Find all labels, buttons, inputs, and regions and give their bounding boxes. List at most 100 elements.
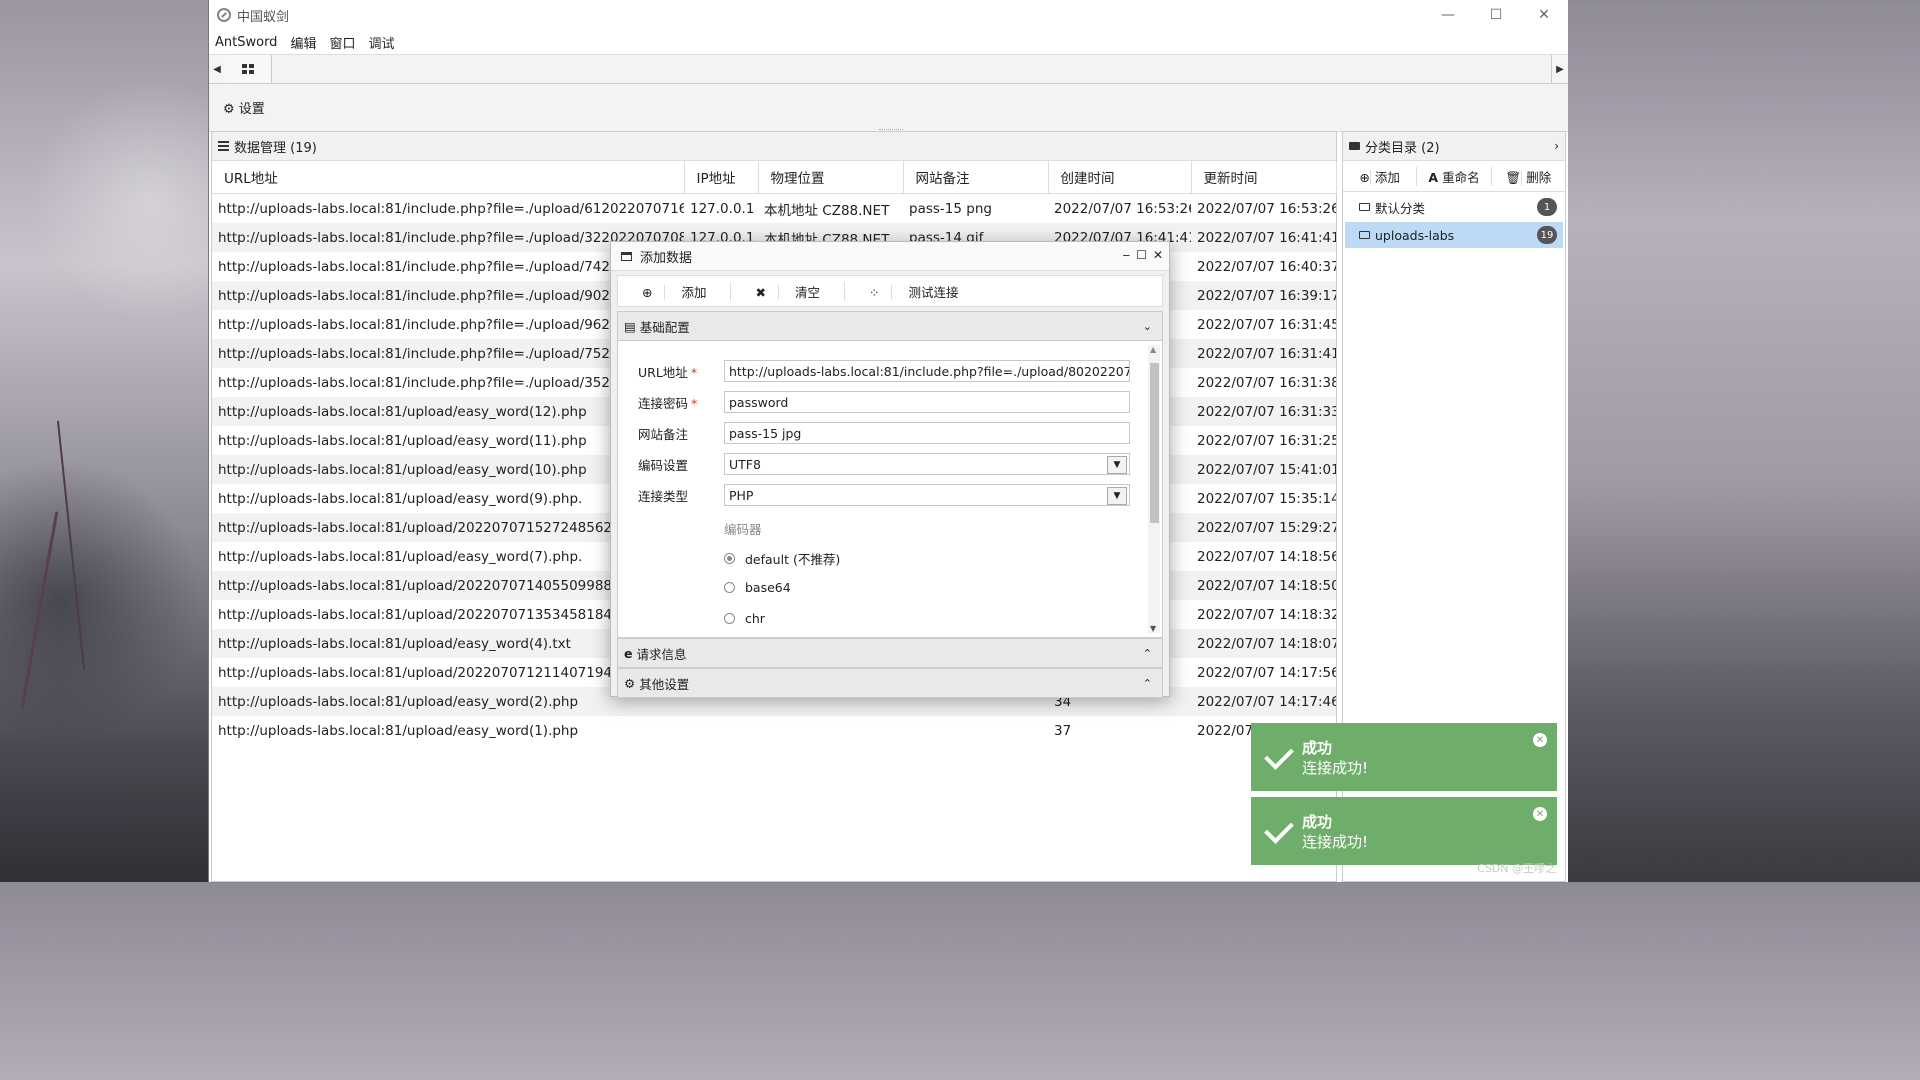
chevron-down-icon: ▼	[1107, 456, 1127, 474]
table-cell: 2022/07/07 16:40:37	[1197, 258, 1336, 275]
x-icon: ✖	[743, 284, 779, 300]
column-url[interactable]: URL地址	[212, 161, 685, 194]
table-row[interactable]: http://uploads-labs.local:81/include.php…	[212, 194, 1336, 224]
column-ip[interactable]: IP地址	[684, 161, 759, 194]
desktop-decoration	[56, 420, 86, 670]
chevron-up-icon: ⌃	[1142, 676, 1152, 690]
dialog-maximize-button[interactable]: ☐	[1136, 248, 1147, 262]
password-row: 连接密码 * password	[638, 391, 1130, 413]
grid-icon	[242, 64, 254, 74]
gears-icon: ⚙	[624, 675, 636, 691]
table-cell: 127.0.0.1	[690, 200, 755, 217]
table-cell: 2022/07/07 14:18:32	[1197, 606, 1336, 623]
url-label: URL地址 *	[638, 364, 698, 380]
table-header-row: URL地址 IP地址 物理位置 网站备注 创建时间 更新时间	[212, 161, 1337, 194]
other-settings-section-header[interactable]: ⚙ 其他设置 ⌃	[617, 668, 1163, 698]
category-delete-button[interactable]: 🗑 删除	[1492, 167, 1565, 186]
encoding-label: 编码设置	[638, 457, 689, 473]
main-toolbar: ⚙ 设置	[209, 84, 1568, 132]
scroll-thumb[interactable]	[1150, 363, 1159, 523]
table-cell: 2022/07/07 15:35:14	[1197, 490, 1336, 507]
column-note[interactable]: 网站备注	[903, 161, 1049, 194]
table-cell: 2022/07/07 14:18:50	[1191, 571, 1336, 600]
add-data-dialog: 添加数据 ‒ ☐ ✕ ⊕ 添加 ✖ 清空 ⁘ 测试连接 ▤ 基础配置 ⌄ URL…	[610, 241, 1170, 698]
table-cell: 2022/07/07 16:39:17	[1191, 281, 1336, 310]
folder-icon	[1359, 231, 1370, 239]
encoder-option-chr[interactable]: chr	[724, 611, 765, 626]
settings-button[interactable]: ⚙ 设置	[223, 98, 265, 117]
type-row: 连接类型 PHP ▼	[638, 484, 1130, 506]
radio-checked-icon	[724, 553, 735, 564]
category-rename-button[interactable]: A 重命名	[1417, 166, 1492, 186]
list-icon	[218, 141, 229, 151]
table-cell: 2022/07/07 15:41:01	[1191, 455, 1336, 484]
dialog-title-bar[interactable]: 添加数据 ‒ ☐ ✕	[611, 242, 1169, 271]
tab-home[interactable]	[225, 55, 272, 83]
close-button[interactable]: ✕	[1520, 0, 1568, 30]
password-input[interactable]: password	[724, 391, 1130, 413]
close-icon[interactable]: ✕	[1533, 733, 1547, 747]
category-add-button[interactable]: ⊕ 添加	[1343, 166, 1418, 186]
category-item-uploads-labs[interactable]: uploads-labs 19	[1345, 222, 1563, 248]
scroll-down-icon[interactable]: ▼	[1150, 624, 1156, 633]
encoder-option-label: chr	[745, 611, 765, 626]
table-cell: 37	[1054, 722, 1072, 739]
encoding-row: 编码设置 UTF8 ▼	[638, 453, 1130, 475]
dialog-toolbar: ⊕ 添加 ✖ 清空 ⁘ 测试连接	[617, 275, 1163, 307]
maximize-button[interactable]: ☐	[1472, 0, 1520, 30]
dialog-clear-button[interactable]: ✖ 清空	[731, 281, 845, 301]
tab-scroll-left-icon[interactable]: ◀	[209, 55, 225, 83]
url-input[interactable]: http://uploads-labs.local:81/include.php…	[724, 360, 1130, 382]
type-label: 连接类型	[638, 488, 689, 504]
collapse-chevron-icon[interactable]: ›	[1554, 139, 1559, 153]
document-icon: ▤	[624, 318, 636, 334]
encoding-select[interactable]: UTF8 ▼	[724, 453, 1130, 475]
table-row[interactable]: http://uploads-labs.local:81/upload/easy…	[212, 716, 1336, 745]
category-add-label: 添加	[1374, 169, 1400, 185]
column-location[interactable]: 物理位置	[758, 161, 904, 194]
column-updated[interactable]: 更新时间	[1191, 161, 1337, 194]
dialog-close-button[interactable]: ✕	[1153, 248, 1163, 262]
close-icon[interactable]: ✕	[1533, 807, 1547, 821]
toast-message: 连接成功!	[1302, 759, 1369, 777]
table-cell: http://uploads-labs.local:81/include.php…	[218, 200, 684, 217]
table-cell: 2022/07/07 16:53:26	[1197, 200, 1336, 217]
menu-debug[interactable]: 调试	[368, 33, 401, 52]
basic-config-section-header[interactable]: ▤ 基础配置 ⌄	[617, 311, 1163, 341]
column-created[interactable]: 创建时间	[1048, 161, 1192, 194]
encoder-option-default[interactable]: default (不推荐)	[724, 549, 840, 568]
minimize-button[interactable]: —	[1424, 0, 1472, 30]
desktop-background	[0, 0, 208, 882]
category-rename-label: 重命名	[1442, 169, 1480, 185]
category-toolbar: ⊕ 添加 A 重命名 🗑 删除	[1343, 161, 1565, 192]
folder-icon	[1359, 203, 1370, 211]
category-header: 分类目录 (2) ›	[1343, 132, 1565, 161]
type-select[interactable]: PHP ▼	[724, 484, 1130, 506]
dialog-test-label: 测试连接	[908, 284, 959, 300]
scroll-up-icon[interactable]: ▲	[1150, 345, 1156, 354]
menu-window[interactable]: 窗口	[329, 33, 362, 52]
menu-edit[interactable]: 编辑	[290, 33, 323, 52]
basic-config-body: URL地址 * http://uploads-labs.local:81/incl…	[617, 341, 1163, 638]
request-info-section-header[interactable]: e 请求信息 ⌃	[617, 638, 1163, 668]
tab-scroll-right-icon[interactable]: ▶	[1551, 55, 1568, 83]
table-cell: 2022/07/07 16:31:45	[1197, 316, 1336, 333]
antsword-logo-icon	[217, 8, 231, 22]
category-item-default[interactable]: 默认分类 1	[1345, 194, 1563, 220]
dialog-add-button[interactable]: ⊕ 添加	[618, 281, 732, 301]
table-cell: 2022/07/07 14:17:46	[1191, 687, 1336, 716]
table-cell: pass-15 png	[909, 200, 992, 217]
dialog-test-connection-button[interactable]: ⁘ 测试连接	[845, 282, 982, 301]
url-row: URL地址 * http://uploads-labs.local:81/incl…	[638, 360, 1130, 382]
note-input[interactable]: pass-15 jpg	[724, 422, 1130, 444]
dialog-title: 添加数据	[640, 250, 693, 266]
type-value: PHP	[729, 487, 754, 503]
dialog-scrollbar[interactable]: ▲ ▼	[1148, 345, 1160, 633]
table-cell: 2022/07/07 16:53:26	[1054, 200, 1191, 217]
encoder-option-base64[interactable]: base64	[724, 580, 791, 595]
table-cell: 本机地址 CZ88.NET	[764, 202, 890, 219]
resize-handle[interactable]	[879, 129, 903, 130]
category-delete-label: 删除	[1526, 169, 1552, 185]
dialog-minimize-button[interactable]: ‒	[1123, 248, 1131, 262]
menu-antsword[interactable]: AntSword	[215, 35, 284, 50]
